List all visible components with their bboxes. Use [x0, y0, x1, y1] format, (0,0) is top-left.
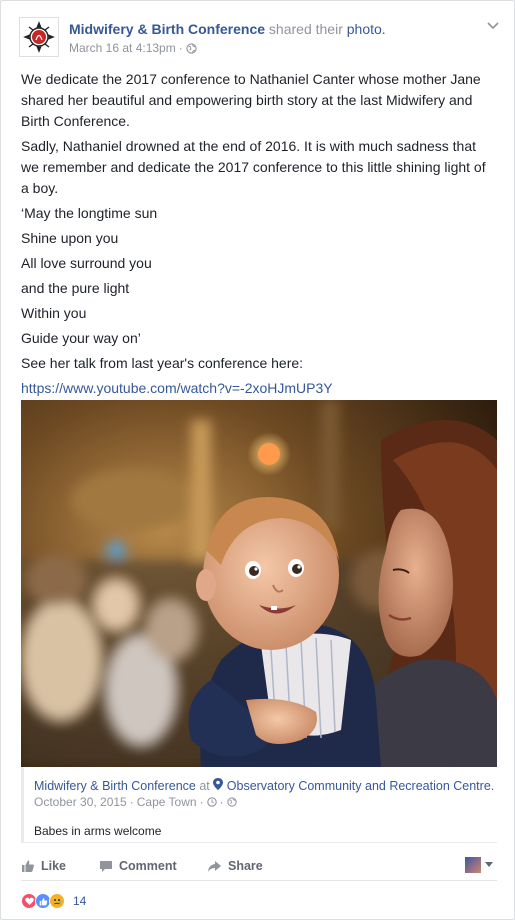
attachment-caption: Babes in arms welcome [34, 824, 162, 838]
user-avatar-small [465, 857, 481, 873]
attachment-info: Midwifery & Birth Conference at Observat… [21, 767, 497, 843]
post-paragraph: Shine upon you [21, 230, 119, 246]
post-photo[interactable] [21, 400, 497, 767]
separator-dot: · [129, 795, 134, 809]
comment-label: Comment [119, 859, 177, 873]
globe-icon[interactable] [226, 797, 237, 807]
separator-dot: · [219, 795, 224, 809]
page-name-link[interactable]: Midwifery & Birth Conference [69, 21, 265, 37]
sad-reaction-icon [49, 893, 65, 909]
conference-logo-icon [23, 21, 55, 53]
post-paragraph: Sadly, Nathaniel drowned at the end of 2… [21, 138, 486, 196]
post-paragraph: Guide your way on’ [21, 330, 141, 346]
post-paragraph: We dedicate the 2017 conference to Natha… [21, 71, 481, 129]
post-actions: Like Comment Share [21, 853, 497, 881]
separator-dot: · [178, 41, 183, 55]
post-paragraph: and the pure light [21, 280, 130, 296]
share-button[interactable]: Share [207, 859, 263, 873]
attachment-place[interactable]: Cape Town [137, 795, 197, 809]
thumbs-up-icon [22, 860, 34, 872]
clock-icon [206, 797, 217, 807]
youtube-link[interactable]: https://www.youtube.com/watch?v=-2xoHJmU… [21, 380, 333, 396]
page-avatar[interactable] [19, 17, 59, 57]
action-text: shared their [268, 21, 343, 37]
post-paragraph: ‘May the longtime sun [21, 205, 158, 221]
attachment-page-link[interactable]: Midwifery & Birth Conference [34, 779, 196, 793]
location-link[interactable]: Observatory Community and Recreation Cen… [227, 779, 494, 793]
post-card: Midwifery & Birth Conference shared thei… [0, 0, 515, 920]
attachment-date[interactable]: October 30, 2015 [34, 795, 127, 809]
post-paragraph: All love surround you [21, 255, 152, 271]
like-label: Like [41, 859, 67, 873]
at-text: at [199, 779, 210, 793]
post-paragraph: Within you [21, 305, 87, 321]
comment-button[interactable]: Comment [99, 859, 177, 873]
post-header: Midwifery & Birth Conference shared thei… [19, 17, 502, 61]
mother-and-baby-photo [21, 400, 497, 767]
caret-down-icon [485, 862, 493, 867]
share-arrow-icon [208, 860, 221, 872]
photo-link[interactable]: photo. [347, 21, 386, 37]
share-label: Share [228, 859, 263, 873]
reaction-count[interactable]: 14 [73, 894, 86, 908]
location-pin-icon [213, 778, 224, 790]
post-message: We dedicate the 2017 conference to Natha… [21, 69, 496, 403]
chevron-down-icon[interactable] [486, 19, 500, 33]
separator-dot: · [199, 795, 204, 809]
post-timestamp[interactable]: March 16 at 4:13pm [69, 40, 176, 56]
like-button[interactable]: Like [21, 859, 66, 873]
post-paragraph: See her talk from last year's conference… [21, 355, 304, 371]
comment-icon [100, 860, 112, 872]
globe-icon[interactable] [186, 42, 197, 54]
post-as-selector[interactable] [465, 857, 493, 873]
reactions-summary[interactable]: 14 [21, 893, 86, 909]
